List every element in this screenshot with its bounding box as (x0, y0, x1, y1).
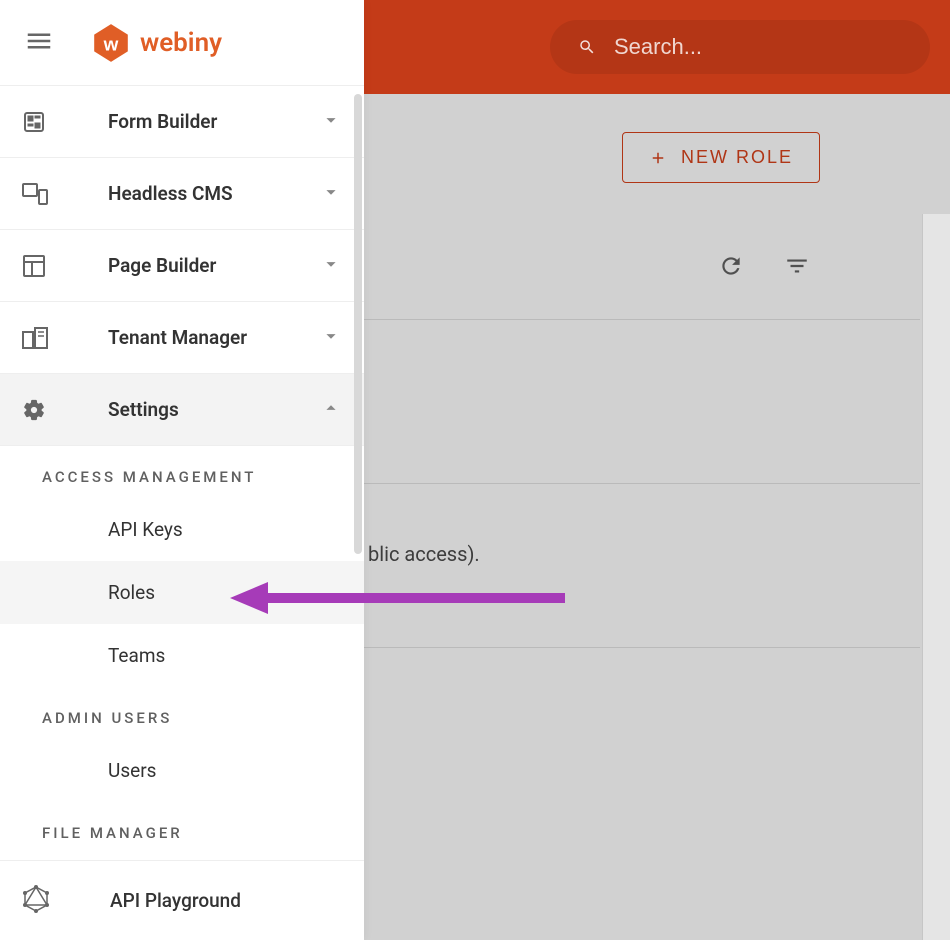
sidebar-item-page-builder[interactable]: Page Builder (0, 230, 364, 302)
sidebar-footer-api-playground[interactable]: API Playground (0, 860, 364, 940)
sidebar-item-tenant-manager[interactable]: Tenant Manager (0, 302, 364, 374)
sidebar-subitem-api-keys[interactable]: API Keys (0, 498, 364, 561)
headless-cms-icon (22, 183, 50, 205)
tenant-manager-icon (22, 327, 50, 349)
section-file-manager: FILE MANAGER (0, 802, 364, 854)
sidebar-item-headless-cms[interactable]: Headless CMS (0, 158, 364, 230)
gear-icon (22, 398, 50, 422)
sidebar-subitem-roles[interactable]: Roles (0, 561, 364, 624)
section-admin-users: ADMIN USERS (0, 687, 364, 739)
hamburger-button[interactable] (24, 26, 54, 60)
graphql-icon (22, 885, 50, 917)
scrollbar[interactable] (354, 94, 362, 554)
form-builder-icon (22, 110, 50, 134)
chevron-up-icon (320, 397, 342, 423)
sidebar-item-label: Tenant Manager (108, 326, 247, 349)
search-input[interactable] (614, 34, 902, 60)
chevron-down-icon (320, 253, 342, 279)
brand-logo[interactable]: w webiny (90, 22, 222, 64)
sidebar-item-label: Page Builder (108, 254, 216, 277)
sidebar-item-label: Settings (108, 398, 179, 421)
webiny-logo-icon: w (90, 22, 132, 64)
page-builder-icon (22, 254, 50, 278)
sidebar-subitem-teams[interactable]: Teams (0, 624, 364, 687)
sidebar: w webiny Form Builder Headless CMS Page … (0, 0, 364, 940)
brand-name: webiny (140, 28, 222, 58)
chevron-down-icon (320, 181, 342, 207)
sidebar-item-settings[interactable]: Settings (0, 374, 364, 446)
footer-label: API Playground (110, 889, 241, 912)
chevron-down-icon (320, 109, 342, 135)
modal-overlay (364, 94, 950, 940)
search-icon (578, 36, 596, 58)
svg-text:w: w (103, 34, 119, 55)
sidebar-subitem-users[interactable]: Users (0, 739, 364, 802)
sidebar-header: w webiny (0, 0, 364, 86)
search-input-container[interactable] (550, 20, 930, 74)
sidebar-item-label: Headless CMS (108, 182, 233, 205)
chevron-down-icon (320, 325, 342, 351)
sidebar-item-label: Form Builder (108, 110, 217, 133)
sidebar-item-form-builder[interactable]: Form Builder (0, 86, 364, 158)
section-access-management: ACCESS MANAGEMENT (0, 446, 364, 498)
